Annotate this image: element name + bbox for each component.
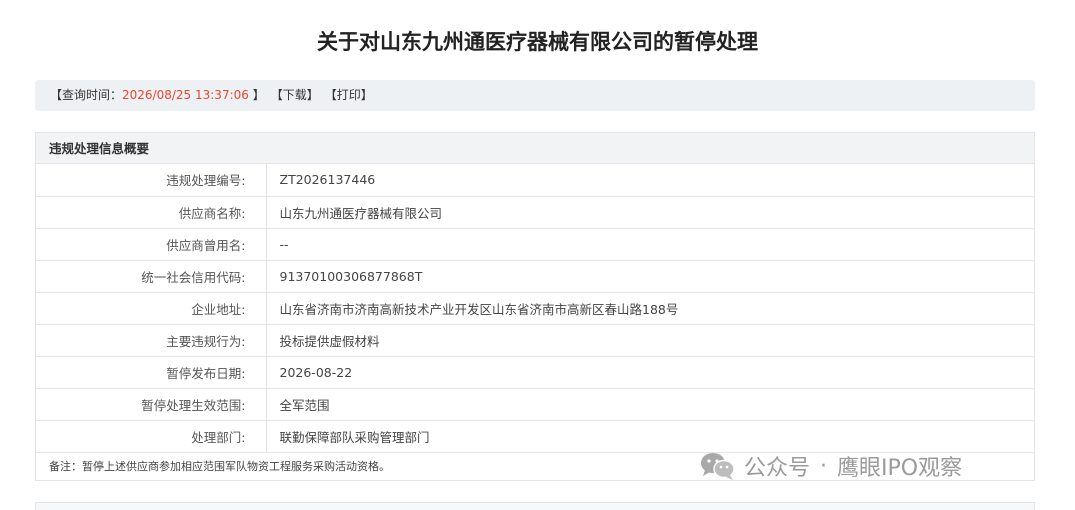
row-label: 暂停发布日期: (36, 356, 267, 389)
print-link[interactable]: 【打印】 (325, 88, 373, 102)
info-table: 违规处理编号: ZT2026137446 供应商名称: 山东九州通医疗器械有限公… (36, 164, 1034, 453)
row-value: 全军范围 (266, 388, 1034, 421)
row-label: 暂停处理生效范围: (36, 388, 267, 421)
row-label: 主要违规行为: (36, 324, 267, 357)
watermark-dot: · (820, 453, 828, 479)
table-row: 企业地址: 山东省济南市济南高新技术产业开发区山东省济南市高新区春山路188号 (36, 292, 1034, 325)
query-time-label: 【查询时间： (50, 88, 123, 102)
row-value: 山东九州通医疗器械有限公司 (266, 196, 1034, 229)
row-label: 处理部门: (36, 420, 267, 453)
watermark-text-1: 公众号 (744, 456, 811, 481)
row-label: 违规处理编号: (36, 164, 267, 197)
violation-summary-panel: 违规处理信息概要 违规处理编号: ZT2026137446 供应商名称: 山东九… (35, 132, 1035, 481)
query-time-close: 】 (248, 88, 265, 102)
download-link[interactable]: 【下载】 (271, 88, 319, 102)
row-value: 投标提供虚假材料 (266, 324, 1034, 357)
row-value: 91370100306877868T (266, 260, 1034, 293)
page-title: 关于对山东九州通医疗器械有限公司的暂停处理 (317, 30, 758, 54)
table-row: 主要违规行为: 投标提供虚假材料 (36, 324, 1034, 357)
secondary-panel (35, 502, 1035, 510)
table-row: 统一社会信用代码: 91370100306877868T (36, 260, 1034, 293)
table-row: 违规处理编号: ZT2026137446 (36, 164, 1034, 197)
wechat-icon (701, 453, 735, 480)
row-value: 2026-08-22 (266, 356, 1034, 389)
watermark-text-2: 鹰眼IPO观察 (837, 456, 963, 481)
row-label: 供应商名称: (36, 196, 267, 229)
row-label: 统一社会信用代码: (36, 260, 267, 293)
row-label: 供应商曾用名: (36, 228, 267, 261)
row-label: 企业地址: (36, 292, 267, 325)
row-value: -- (266, 228, 1034, 261)
query-bar: 【查询时间：2026/08/25 13:37:06 】【下载】 【打印】 (35, 80, 1035, 111)
table-row: 暂停发布日期: 2026-08-22 (36, 356, 1034, 389)
row-value: ZT2026137446 (266, 164, 1034, 197)
watermark: 公众号 · 鹰眼IPO观察 (700, 448, 962, 484)
table-row: 供应商名称: 山东九州通医疗器械有限公司 (36, 196, 1034, 229)
panel-header: 违规处理信息概要 (36, 133, 1034, 164)
query-time-value: 2026/08/25 13:37:06 (122, 88, 249, 102)
row-value: 山东省济南市济南高新技术产业开发区山东省济南市高新区春山路188号 (266, 292, 1034, 325)
table-row: 暂停处理生效范围: 全军范围 (36, 388, 1034, 421)
table-row: 供应商曾用名: -- (36, 228, 1034, 261)
